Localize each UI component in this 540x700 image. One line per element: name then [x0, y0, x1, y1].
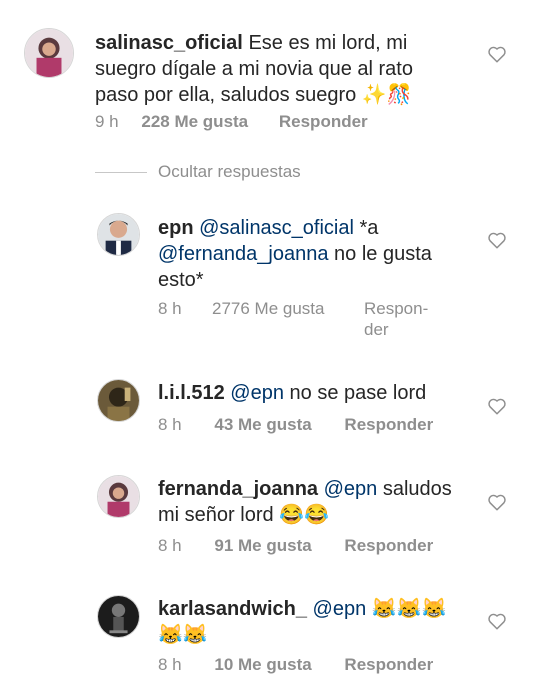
comment-text: l.i.l.512 @epn no se pase lord	[158, 380, 478, 406]
likes-count[interactable]: 2776 Me gusta	[212, 298, 324, 319]
username-link[interactable]: epn	[158, 217, 194, 239]
comment-meta: 8 h 91 Me gusta Responder	[158, 535, 433, 556]
comment-meta: 8 h 43 Me gusta Responder	[158, 414, 433, 435]
comment-text: karlasandwich_ @epn 😹😹😹😹😹	[158, 596, 458, 648]
mention-link[interactable]: @salinasc_oficial	[199, 217, 354, 239]
username-link[interactable]: salinasc_oficial	[95, 32, 243, 54]
timestamp: 8 h	[158, 655, 182, 674]
likes-count[interactable]: 91 Me gusta	[214, 536, 311, 555]
avatar-fernanda-joanna[interactable]	[97, 475, 140, 518]
comment-text: fernanda_joanna @epn saludos mi señor lo…	[158, 476, 468, 528]
mention-link[interactable]: @epn	[313, 598, 367, 620]
mention-link[interactable]: @epn	[324, 478, 378, 500]
comment-text: epn @salinasc_oficial *a @fernanda_joann…	[158, 215, 458, 293]
reply-button[interactable]: Responder	[279, 112, 368, 131]
likes-count[interactable]: 10 Me gusta	[214, 655, 311, 674]
avatar-karlasandwich[interactable]	[97, 595, 140, 638]
like-heart-icon[interactable]	[487, 397, 507, 415]
username-link[interactable]: fernanda_joanna	[158, 478, 318, 500]
reply-label-part: der	[364, 320, 389, 339]
username-link[interactable]: karlasandwich_	[158, 598, 307, 620]
reply-button[interactable]: Responder	[344, 536, 433, 555]
reply-button[interactable]: Responder	[344, 415, 433, 434]
replies-divider	[95, 172, 147, 173]
timestamp: 8 h	[158, 299, 182, 318]
avatar-epn[interactable]	[97, 213, 140, 256]
mention-link[interactable]: @epn	[230, 382, 284, 404]
like-heart-icon[interactable]	[487, 231, 507, 249]
likes-count[interactable]: 228 Me gusta	[141, 112, 248, 131]
reply-button[interactable]: Respon- der	[364, 298, 428, 340]
reply-label-part: Respon-	[364, 299, 429, 318]
avatar-salinasc-oficial[interactable]	[24, 28, 74, 78]
comment-body: no se pase lord	[289, 382, 427, 404]
comment-meta: 9 h 228 Me gusta Responder	[95, 111, 368, 132]
like-heart-icon[interactable]	[487, 493, 507, 511]
like-heart-icon[interactable]	[487, 612, 507, 630]
comment-body: *a	[359, 217, 379, 239]
reply-button[interactable]: Responder	[344, 655, 433, 674]
likes-count[interactable]: 43 Me gusta	[214, 415, 311, 434]
timestamp: 9 h	[95, 112, 119, 131]
timestamp: 8 h	[158, 536, 182, 555]
username-link[interactable]: l.i.l.512	[158, 382, 225, 404]
avatar-l-i-l-512[interactable]	[97, 379, 140, 422]
mention-link[interactable]: @fernanda_joanna	[158, 243, 328, 265]
timestamp: 8 h	[158, 415, 182, 434]
hide-replies-button[interactable]: Ocultar respuestas	[158, 162, 301, 182]
comment-meta: 8 h 10 Me gusta Responder	[158, 654, 433, 675]
comment-text: salinasc_oficial Ese es mi lord, mi sueg…	[95, 30, 455, 108]
like-heart-icon[interactable]	[487, 45, 507, 63]
